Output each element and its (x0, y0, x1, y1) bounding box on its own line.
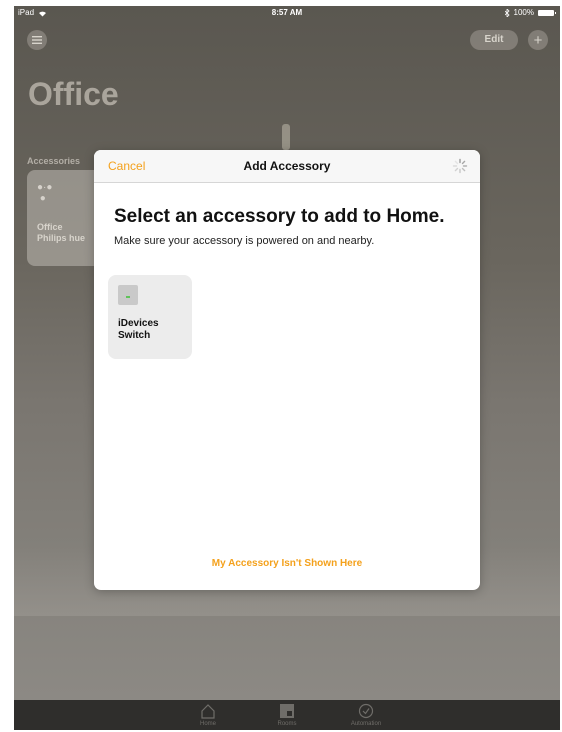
accessory-not-shown-link[interactable]: My Accessory Isn't Shown Here (94, 558, 480, 569)
modal-heading: Select an accessory to add to Home. (114, 206, 445, 227)
accessory-tile-idevices-switch[interactable]: iDevices Switch (108, 275, 192, 359)
background-lamp (282, 124, 290, 150)
add-button[interactable]: + (528, 30, 548, 50)
accessory-name-line1: iDevices (118, 318, 159, 329)
loading-spinner-icon (452, 158, 468, 174)
accessory-name-line2: Switch (118, 330, 151, 341)
menu-list-button[interactable] (27, 30, 47, 50)
battery-percent: 100% (513, 8, 534, 17)
accessory-name: iDevices Switch (118, 318, 159, 342)
switch-icon (118, 285, 138, 305)
automation-icon (358, 703, 374, 719)
battery-icon (538, 10, 556, 16)
plus-icon: + (533, 31, 543, 49)
tab-rooms-label: Rooms (277, 721, 297, 727)
status-time: 8:57 AM (271, 8, 303, 17)
tab-home[interactable]: Home (178, 703, 238, 727)
modal-subheading: Make sure your accessory is powered on a… (114, 235, 375, 247)
bluetooth-icon (504, 9, 510, 17)
edit-button[interactable]: Edit (470, 30, 518, 50)
home-icon (201, 704, 215, 719)
tab-home-label: Home (199, 721, 216, 727)
tab-automation-label: Automation (350, 721, 382, 727)
status-bar: iPad 8:57 AM 100% (14, 6, 560, 20)
tile-name-line1: Office (37, 222, 63, 232)
add-accessory-modal: Add Accessory Cancel Select an accessory… (94, 150, 480, 590)
tab-rooms[interactable]: Rooms (257, 703, 317, 727)
list-icon (32, 36, 42, 44)
tab-bar: Home Rooms Automation (14, 700, 560, 730)
rooms-icon (280, 704, 294, 718)
tile-name-line2: Philips hue (37, 233, 86, 243)
cancel-button[interactable]: Cancel (108, 150, 145, 182)
tab-automation[interactable]: Automation (336, 703, 396, 727)
page-title: Office (28, 76, 119, 112)
status-right: 100% (504, 6, 556, 20)
hue-icon: ●·● ● (37, 182, 53, 204)
modal-title: Add Accessory (243, 159, 331, 173)
modal-nav-bar: Add Accessory Cancel (94, 150, 480, 183)
section-label: Accessories (27, 156, 81, 166)
